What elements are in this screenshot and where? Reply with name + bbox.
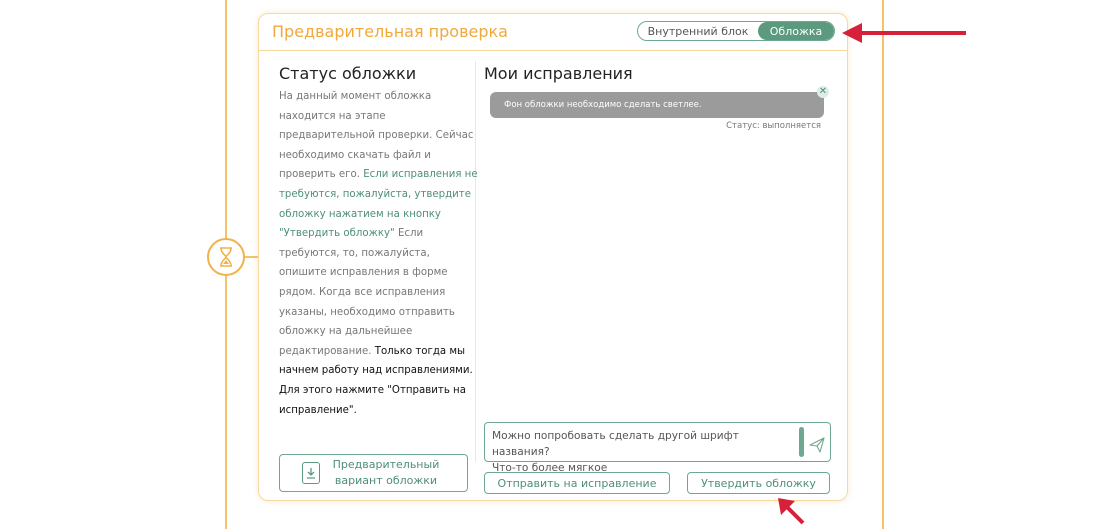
input-scrollbar[interactable] bbox=[799, 427, 804, 457]
fix-message-status: Статус: выполняется bbox=[726, 121, 821, 131]
send-for-fix-button[interactable]: Отправить на исправление bbox=[484, 472, 670, 494]
timeline-line-right bbox=[882, 0, 884, 529]
fix-input[interactable]: Можно попробовать сделать другой шрифт н… bbox=[484, 422, 831, 474]
section-toggle: Внутренний блок Обложка bbox=[637, 21, 835, 41]
download-preview-button[interactable]: Предварительный вариант обложки bbox=[279, 454, 468, 492]
status-text-intro: На данный момент обложка находится на эт… bbox=[279, 91, 474, 181]
fix-message-text: Фон обложки необходимо сделать светлее. bbox=[504, 100, 702, 110]
hourglass-icon bbox=[207, 238, 245, 276]
download-preview-label: Предварительный вариант обложки bbox=[332, 458, 440, 487]
toggle-cover[interactable]: Обложка bbox=[758, 22, 834, 40]
approve-cover-button[interactable]: Утвердить обложку bbox=[687, 472, 830, 494]
status-title: Статус обложки bbox=[279, 64, 417, 83]
card-title: Предварительная проверка bbox=[272, 22, 508, 41]
fixes-column: Мои исправления Фон обложки необходимо с… bbox=[484, 64, 834, 454]
send-icon[interactable] bbox=[809, 437, 825, 453]
card-header: Предварительная проверка Внутренний блок… bbox=[259, 14, 847, 51]
fix-message: Фон обложки необходимо сделать светлее. bbox=[490, 92, 824, 118]
status-column: Статус обложки На данный момент обложка … bbox=[279, 64, 479, 420]
arrow-annotation-approve bbox=[778, 498, 805, 525]
arrow-annotation-toggle bbox=[842, 23, 966, 43]
fixes-title: Мои исправления bbox=[484, 64, 633, 83]
download-icon bbox=[302, 462, 320, 484]
fix-input-text[interactable]: Можно попробовать сделать другой шрифт н… bbox=[492, 428, 782, 476]
toggle-inner-block[interactable]: Внутренний блок bbox=[638, 22, 758, 40]
preliminary-check-card: Предварительная проверка Внутренний блок… bbox=[258, 13, 848, 501]
close-icon[interactable]: ✕ bbox=[817, 86, 829, 98]
status-text-fix-hint: Если требуются, то, пожалуйста, опишите … bbox=[279, 228, 455, 357]
timeline-connector bbox=[245, 256, 259, 258]
status-description: На данный момент обложка находится на эт… bbox=[279, 87, 479, 420]
